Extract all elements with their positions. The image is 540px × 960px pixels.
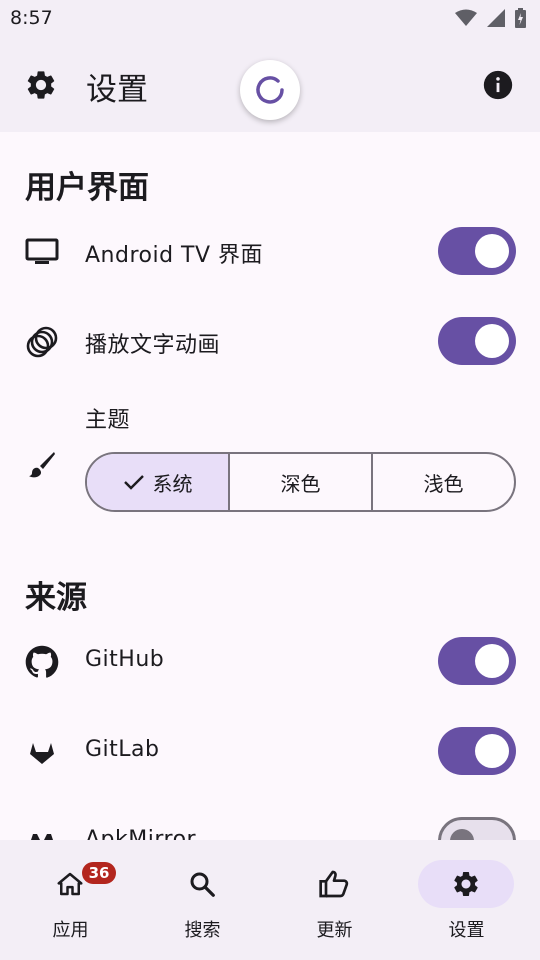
home-icon xyxy=(57,872,83,896)
animations-switch[interactable] xyxy=(438,317,516,365)
nav-item-settings[interactable]: 设置 xyxy=(399,840,534,960)
status-time: 8:57 xyxy=(10,7,53,29)
loading-spinner xyxy=(240,60,300,120)
nav-item-updates[interactable]: 更新 xyxy=(267,840,402,960)
switch-thumb xyxy=(475,324,509,358)
settings-list[interactable]: 用户界面 Android TV 界面 播放文字动画 主题 系统 深色 浅色 来源… xyxy=(0,132,540,840)
switch-thumb xyxy=(475,234,509,268)
nav-indicator-active xyxy=(418,860,514,908)
android-tv-label: Android TV 界面 xyxy=(85,243,264,268)
theme-option-label: 深色 xyxy=(280,471,321,496)
switch-thumb xyxy=(475,644,509,678)
theme-option-label: 系统 xyxy=(152,471,193,496)
nav-indicator xyxy=(286,860,382,908)
info-icon[interactable] xyxy=(481,68,515,102)
gitlab-icon xyxy=(24,734,60,770)
status-icons xyxy=(455,8,526,28)
nav-label-apps: 应用 xyxy=(52,920,89,941)
switch-thumb xyxy=(475,734,509,768)
section-title-ui: 用户界面 xyxy=(25,170,149,206)
status-bar: 8:57 xyxy=(0,0,540,36)
nav-item-apps[interactable]: 36 应用 xyxy=(3,840,138,960)
nav-item-search[interactable]: 搜索 xyxy=(135,840,270,960)
theme-label: 主题 xyxy=(85,408,131,433)
apkmirror-label: ApkMirror xyxy=(85,827,197,840)
cell-signal-icon xyxy=(487,9,505,27)
github-switch[interactable] xyxy=(438,637,516,685)
gitlab-switch[interactable] xyxy=(438,727,516,775)
settings-gear-icon xyxy=(454,872,478,896)
page-title: 设置 xyxy=(86,72,148,108)
tv-icon xyxy=(24,234,60,270)
animation-icon xyxy=(24,324,60,360)
nav-label-settings: 设置 xyxy=(448,920,485,941)
bottom-navigation: 36 应用 搜索 更新 设置 xyxy=(0,840,540,960)
theme-option-light[interactable]: 浅色 xyxy=(373,454,514,510)
wifi-icon xyxy=(455,9,477,26)
theme-option-label: 浅色 xyxy=(423,471,464,496)
battery-icon xyxy=(515,8,526,28)
github-label: GitHub xyxy=(85,647,165,672)
gitlab-label: GitLab xyxy=(85,737,160,762)
android-tv-switch[interactable] xyxy=(438,227,516,275)
progress-icon xyxy=(256,76,284,104)
nav-label-search: 搜索 xyxy=(184,920,221,941)
theme-option-dark[interactable]: 深色 xyxy=(230,454,373,510)
nav-indicator xyxy=(154,860,250,908)
thumb-up-icon xyxy=(319,870,349,898)
apkmirror-icon xyxy=(24,824,60,840)
search-icon xyxy=(190,872,215,897)
theme-segmented-control: 系统 深色 浅色 xyxy=(85,452,516,512)
github-icon xyxy=(24,644,60,680)
theme-option-system[interactable]: 系统 xyxy=(87,454,230,510)
section-title-sources: 来源 xyxy=(25,580,87,616)
brush-icon xyxy=(24,446,60,482)
settings-gear-icon xyxy=(27,71,55,99)
nav-label-updates: 更新 xyxy=(316,920,353,941)
apkmirror-switch[interactable] xyxy=(438,817,516,840)
check-icon xyxy=(123,475,144,490)
apps-count-badge: 36 xyxy=(82,862,116,884)
switch-thumb xyxy=(450,829,474,840)
animations-label: 播放文字动画 xyxy=(85,333,221,358)
